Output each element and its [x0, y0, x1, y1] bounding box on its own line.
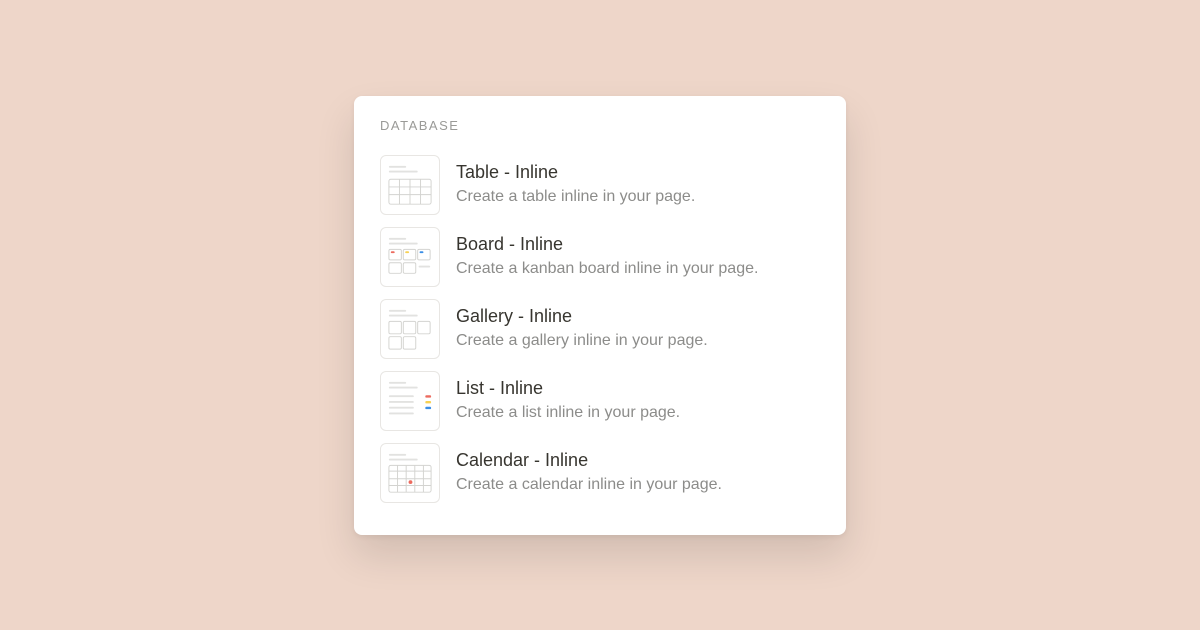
menu-item-title: Board - Inline — [456, 233, 758, 256]
calendar-icon — [380, 443, 440, 503]
menu-item-title: Table - Inline — [456, 161, 695, 184]
menu-item-desc: Create a list inline in your page. — [456, 403, 680, 424]
menu-item-table-inline[interactable]: Table - Inline Create a table inline in … — [380, 149, 820, 221]
gallery-icon — [380, 299, 440, 359]
menu-item-list-inline[interactable]: List - Inline Create a list inline in yo… — [380, 365, 820, 437]
menu-item-title: List - Inline — [456, 377, 680, 400]
menu-item-calendar-inline[interactable]: Calendar - Inline Create a calendar inli… — [380, 437, 820, 509]
list-icon — [380, 371, 440, 431]
section-header: DATABASE — [380, 118, 820, 133]
menu-item-board-inline[interactable]: Board - Inline Create a kanban board inl… — [380, 221, 820, 293]
menu-item-title: Calendar - Inline — [456, 449, 722, 472]
menu-item-gallery-inline[interactable]: Gallery - Inline Create a gallery inline… — [380, 293, 820, 365]
board-icon — [380, 227, 440, 287]
block-menu-panel: DATABASE Table - Inline Create a table i… — [354, 96, 846, 535]
menu-item-title: Gallery - Inline — [456, 305, 708, 328]
menu-item-desc: Create a kanban board inline in your pag… — [456, 259, 758, 280]
menu-item-desc: Create a table inline in your page. — [456, 187, 695, 208]
menu-item-desc: Create a gallery inline in your page. — [456, 331, 708, 352]
menu-item-desc: Create a calendar inline in your page. — [456, 475, 722, 496]
table-icon — [380, 155, 440, 215]
